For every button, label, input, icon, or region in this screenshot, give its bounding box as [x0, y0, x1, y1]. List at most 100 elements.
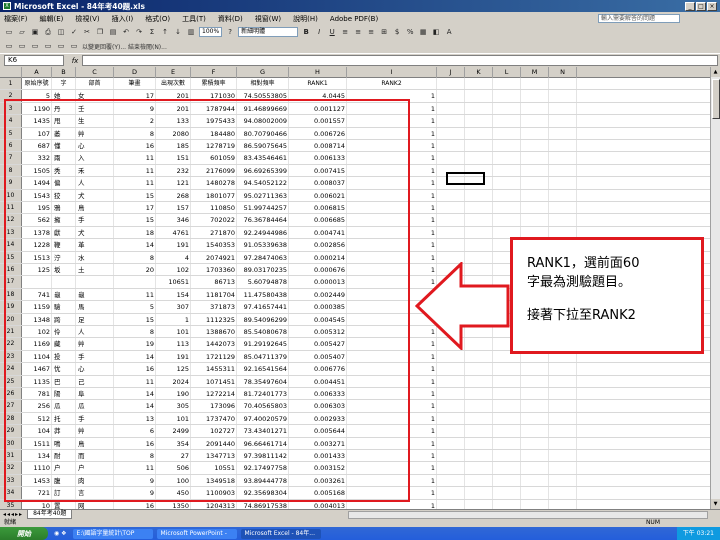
- cell[interactable]: [465, 102, 493, 115]
- cell[interactable]: [521, 78, 549, 90]
- cell[interactable]: [465, 388, 493, 400]
- cell[interactable]: [465, 226, 493, 239]
- cell[interactable]: [493, 127, 521, 139]
- cell[interactable]: [521, 363, 549, 375]
- underline-icon[interactable]: U: [327, 27, 337, 37]
- cell[interactable]: [437, 363, 465, 375]
- cell[interactable]: [437, 226, 465, 239]
- taskbar-explorer[interactable]: E:\國語字量統計\TOP: [72, 528, 153, 539]
- cell[interactable]: [465, 450, 493, 462]
- cell[interactable]: [521, 214, 549, 226]
- cell[interactable]: [437, 127, 465, 139]
- column-header[interactable]: B: [52, 67, 76, 78]
- cell[interactable]: [465, 214, 493, 226]
- header-cell[interactable]: 部首: [76, 78, 114, 90]
- cell[interactable]: [549, 127, 577, 139]
- cell[interactable]: [437, 214, 465, 226]
- name-box[interactable]: K6: [4, 55, 64, 66]
- cell[interactable]: [437, 189, 465, 201]
- cell[interactable]: [465, 202, 493, 214]
- column-header[interactable]: G: [237, 67, 289, 78]
- cell[interactable]: [521, 474, 549, 487]
- cell[interactable]: [437, 140, 465, 152]
- header-cell[interactable]: 累積頻率: [191, 78, 237, 90]
- cell[interactable]: [521, 90, 549, 102]
- help-icon[interactable]: ?: [225, 27, 235, 37]
- cell[interactable]: [493, 90, 521, 102]
- cell[interactable]: [493, 425, 521, 437]
- cell[interactable]: [549, 499, 577, 509]
- cell[interactable]: [465, 115, 493, 127]
- cell[interactable]: [465, 375, 493, 387]
- cell[interactable]: [521, 425, 549, 437]
- cell[interactable]: [549, 140, 577, 152]
- copy-icon[interactable]: ❐: [95, 27, 105, 37]
- italic-icon[interactable]: I: [314, 27, 324, 37]
- cell[interactable]: [465, 437, 493, 449]
- tab-nav-icon[interactable]: ◂◂◂▸▸: [3, 511, 23, 518]
- cell[interactable]: [549, 400, 577, 412]
- cell[interactable]: [521, 102, 549, 115]
- new-icon[interactable]: ▭: [4, 27, 14, 37]
- cell[interactable]: [465, 127, 493, 139]
- sort-desc-icon[interactable]: ↓: [173, 27, 183, 37]
- cell[interactable]: [521, 375, 549, 387]
- cell[interactable]: [521, 152, 549, 164]
- cell[interactable]: [493, 499, 521, 509]
- menu-format[interactable]: 格式(O): [145, 14, 170, 24]
- cell[interactable]: [493, 115, 521, 127]
- cell[interactable]: [465, 78, 493, 90]
- taskbar-excel[interactable]: Microsoft Excel - 84年...: [240, 528, 321, 539]
- cell[interactable]: [437, 450, 465, 462]
- cell[interactable]: [493, 400, 521, 412]
- cell[interactable]: [465, 152, 493, 164]
- fill-color-icon[interactable]: ◧: [431, 27, 441, 37]
- cell[interactable]: [549, 375, 577, 387]
- header-cell[interactable]: RANK1: [289, 78, 347, 90]
- column-header[interactable]: D: [114, 67, 156, 78]
- header-cell[interactable]: 字: [52, 78, 76, 90]
- menu-edit[interactable]: 編輯(E): [40, 14, 64, 24]
- cell[interactable]: [521, 400, 549, 412]
- cell[interactable]: [549, 214, 577, 226]
- review-icon-6[interactable]: ▭: [69, 41, 79, 51]
- menu-view[interactable]: 檢視(V): [75, 14, 99, 24]
- cell[interactable]: [493, 140, 521, 152]
- cell[interactable]: [549, 425, 577, 437]
- review-icon-1[interactable]: ▭: [4, 41, 14, 51]
- cell[interactable]: [465, 350, 493, 363]
- column-header[interactable]: J: [437, 67, 465, 78]
- cell[interactable]: [437, 462, 465, 474]
- cell[interactable]: [549, 474, 577, 487]
- zoom-select[interactable]: 100%: [199, 27, 223, 37]
- cell[interactable]: [549, 450, 577, 462]
- cell[interactable]: [493, 152, 521, 164]
- cell[interactable]: [437, 375, 465, 387]
- align-left-icon[interactable]: ≡: [340, 27, 350, 37]
- cell[interactable]: [521, 189, 549, 201]
- start-button[interactable]: 開始: [0, 527, 48, 540]
- align-right-icon[interactable]: ≡: [366, 27, 376, 37]
- cell[interactable]: [465, 400, 493, 412]
- undo-icon[interactable]: ↶: [121, 27, 131, 37]
- scroll-thumb[interactable]: [712, 79, 720, 119]
- cell[interactable]: [521, 164, 549, 177]
- header-cell[interactable]: 筆畫: [114, 78, 156, 90]
- cell[interactable]: [549, 202, 577, 214]
- header-cell[interactable]: 原始序號: [22, 78, 52, 90]
- cell[interactable]: [549, 164, 577, 177]
- cell[interactable]: [493, 202, 521, 214]
- sort-asc-icon[interactable]: ↑: [160, 27, 170, 37]
- cell[interactable]: [521, 487, 549, 499]
- cell[interactable]: [465, 487, 493, 499]
- minimize-button[interactable]: _: [685, 1, 695, 11]
- menu-adobe-pdf[interactable]: Adobe PDF(B): [330, 15, 378, 23]
- cell[interactable]: [437, 102, 465, 115]
- menu-help[interactable]: 說明(H): [293, 14, 318, 24]
- cell[interactable]: [493, 189, 521, 201]
- review-icon-5[interactable]: ▭: [56, 41, 66, 51]
- menu-insert[interactable]: 插入(I): [112, 14, 134, 24]
- cell[interactable]: [465, 189, 493, 201]
- select-all-corner[interactable]: [0, 67, 22, 78]
- cell[interactable]: [549, 102, 577, 115]
